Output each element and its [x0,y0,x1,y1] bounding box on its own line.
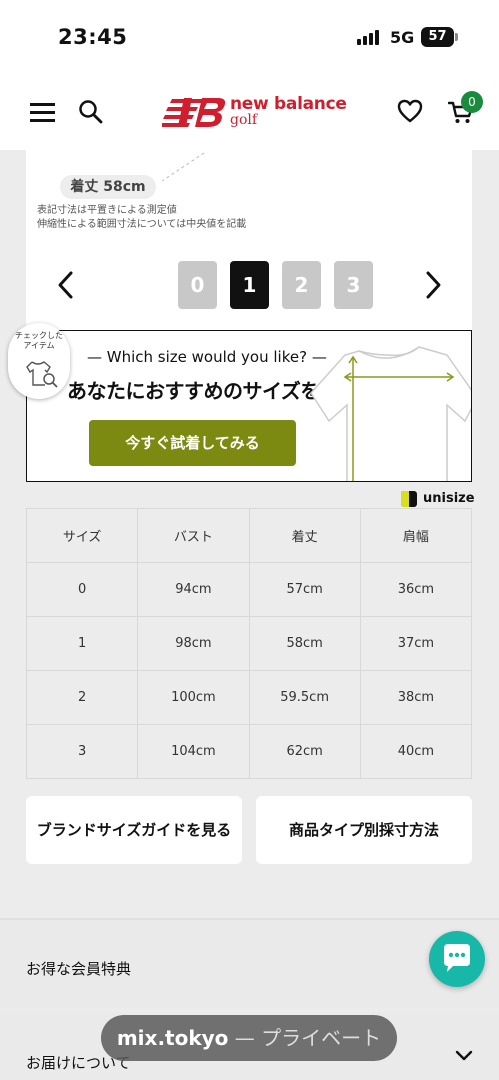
network-type: 5G [390,28,415,47]
table-cell: 0 [25,562,139,617]
table-row: 1 98cm 58cm 37cm [25,616,473,671]
chat-bubble-icon [444,944,470,972]
table-cell: 40cm [359,724,473,779]
next-arrow-icon[interactable] [421,270,445,300]
tshirt-illustration-icon [310,346,471,481]
table-cell: 59.5cm [248,670,361,725]
checked-items-button[interactable]: チェックした アイテム [8,323,70,399]
measurement-note: 伸縮性による範囲寸法については中央値を記載 [37,219,247,230]
measurement-note: 表記寸法は平置きによる測定値 [37,205,177,216]
page-button-1[interactable]: 1 [230,261,269,309]
table-cell: 36cm [359,562,473,617]
size-recommend-banner[interactable]: — Which size would you like? — あなたにおすすめの… [26,330,472,482]
banner-question: — Which size would you like? — [87,348,327,366]
measure-guide-line [161,152,205,182]
chat-button[interactable] [429,931,485,987]
cart-count-badge: 0 [461,91,483,113]
brand-logo[interactable]: new balance golf [162,93,347,133]
measure-method-button[interactable]: 商品タイプ別採寸方法 [256,796,472,864]
try-on-button[interactable]: 今すぐ試着してみる [89,420,296,466]
table-cell: 98cm [137,616,250,671]
chevron-down-icon[interactable] [455,1050,473,1062]
table-row: 2 100cm 59.5cm 38cm [25,670,473,725]
unisize-icon [401,491,417,507]
table-cell: 62cm [248,724,361,779]
heart-icon[interactable] [397,99,423,123]
table-cell: 2 [25,670,139,725]
table-header-row: サイズ バスト 着丈 肩幅 [25,508,473,563]
prev-arrow-icon[interactable] [54,270,78,300]
site-header: new balance golf 0 [0,75,499,150]
table-cell: 58cm [248,616,361,671]
status-bar: 23:45 5G 57 [0,0,499,75]
table-row: 3 104cm 62cm 40cm [25,724,473,779]
size-table: サイズ バスト 着丈 肩幅 0 94cm 57cm 36cm 1 98cm 58… [25,508,473,779]
table-cell: 104cm [137,724,250,779]
brand-name: new balance [230,94,347,114]
checked-items-label: チェックした アイテム [15,331,63,350]
accordion-label: お得な会員特典 [26,960,132,978]
column-header: バスト [137,508,250,563]
nb-logo-icon [162,98,226,127]
table-row: 0 94cm 57cm 36cm [25,562,473,617]
search-icon[interactable] [78,99,104,125]
table-cell: 94cm [137,562,250,617]
column-header: 着丈 [248,508,361,563]
url-domain: mix.tokyo [116,1026,229,1050]
browser-url-bar[interactable]: mix.tokyo — プライベート [101,1015,397,1061]
column-header: サイズ [25,508,139,563]
page-button-2[interactable]: 2 [282,261,321,309]
table-cell: 57cm [248,562,361,617]
private-mode-label: — プライベート [234,1026,382,1050]
table-cell: 3 [25,724,139,779]
table-cell: 38cm [359,670,473,725]
battery-icon: 57 [421,27,458,47]
clock: 23:45 [58,25,128,49]
brand-sub: golf [230,112,258,128]
table-cell: 100cm [137,670,250,725]
brand-size-guide-button[interactable]: ブランドサイズガイドを見る [26,796,242,864]
table-cell: 1 [25,616,139,671]
unisize-label: unisize [423,491,475,506]
column-header: 肩幅 [359,508,473,563]
signal-icon [357,29,383,45]
table-cell: 37cm [359,616,473,671]
menu-icon[interactable] [30,103,55,123]
measure-label: 着丈 58cm [60,175,156,199]
page-button-3[interactable]: 3 [334,261,373,309]
accordion-member-benefits[interactable]: お得な会員特典 [0,920,499,1008]
shirt-magnifier-icon [26,361,58,388]
page-button-0[interactable]: 0 [178,261,217,309]
